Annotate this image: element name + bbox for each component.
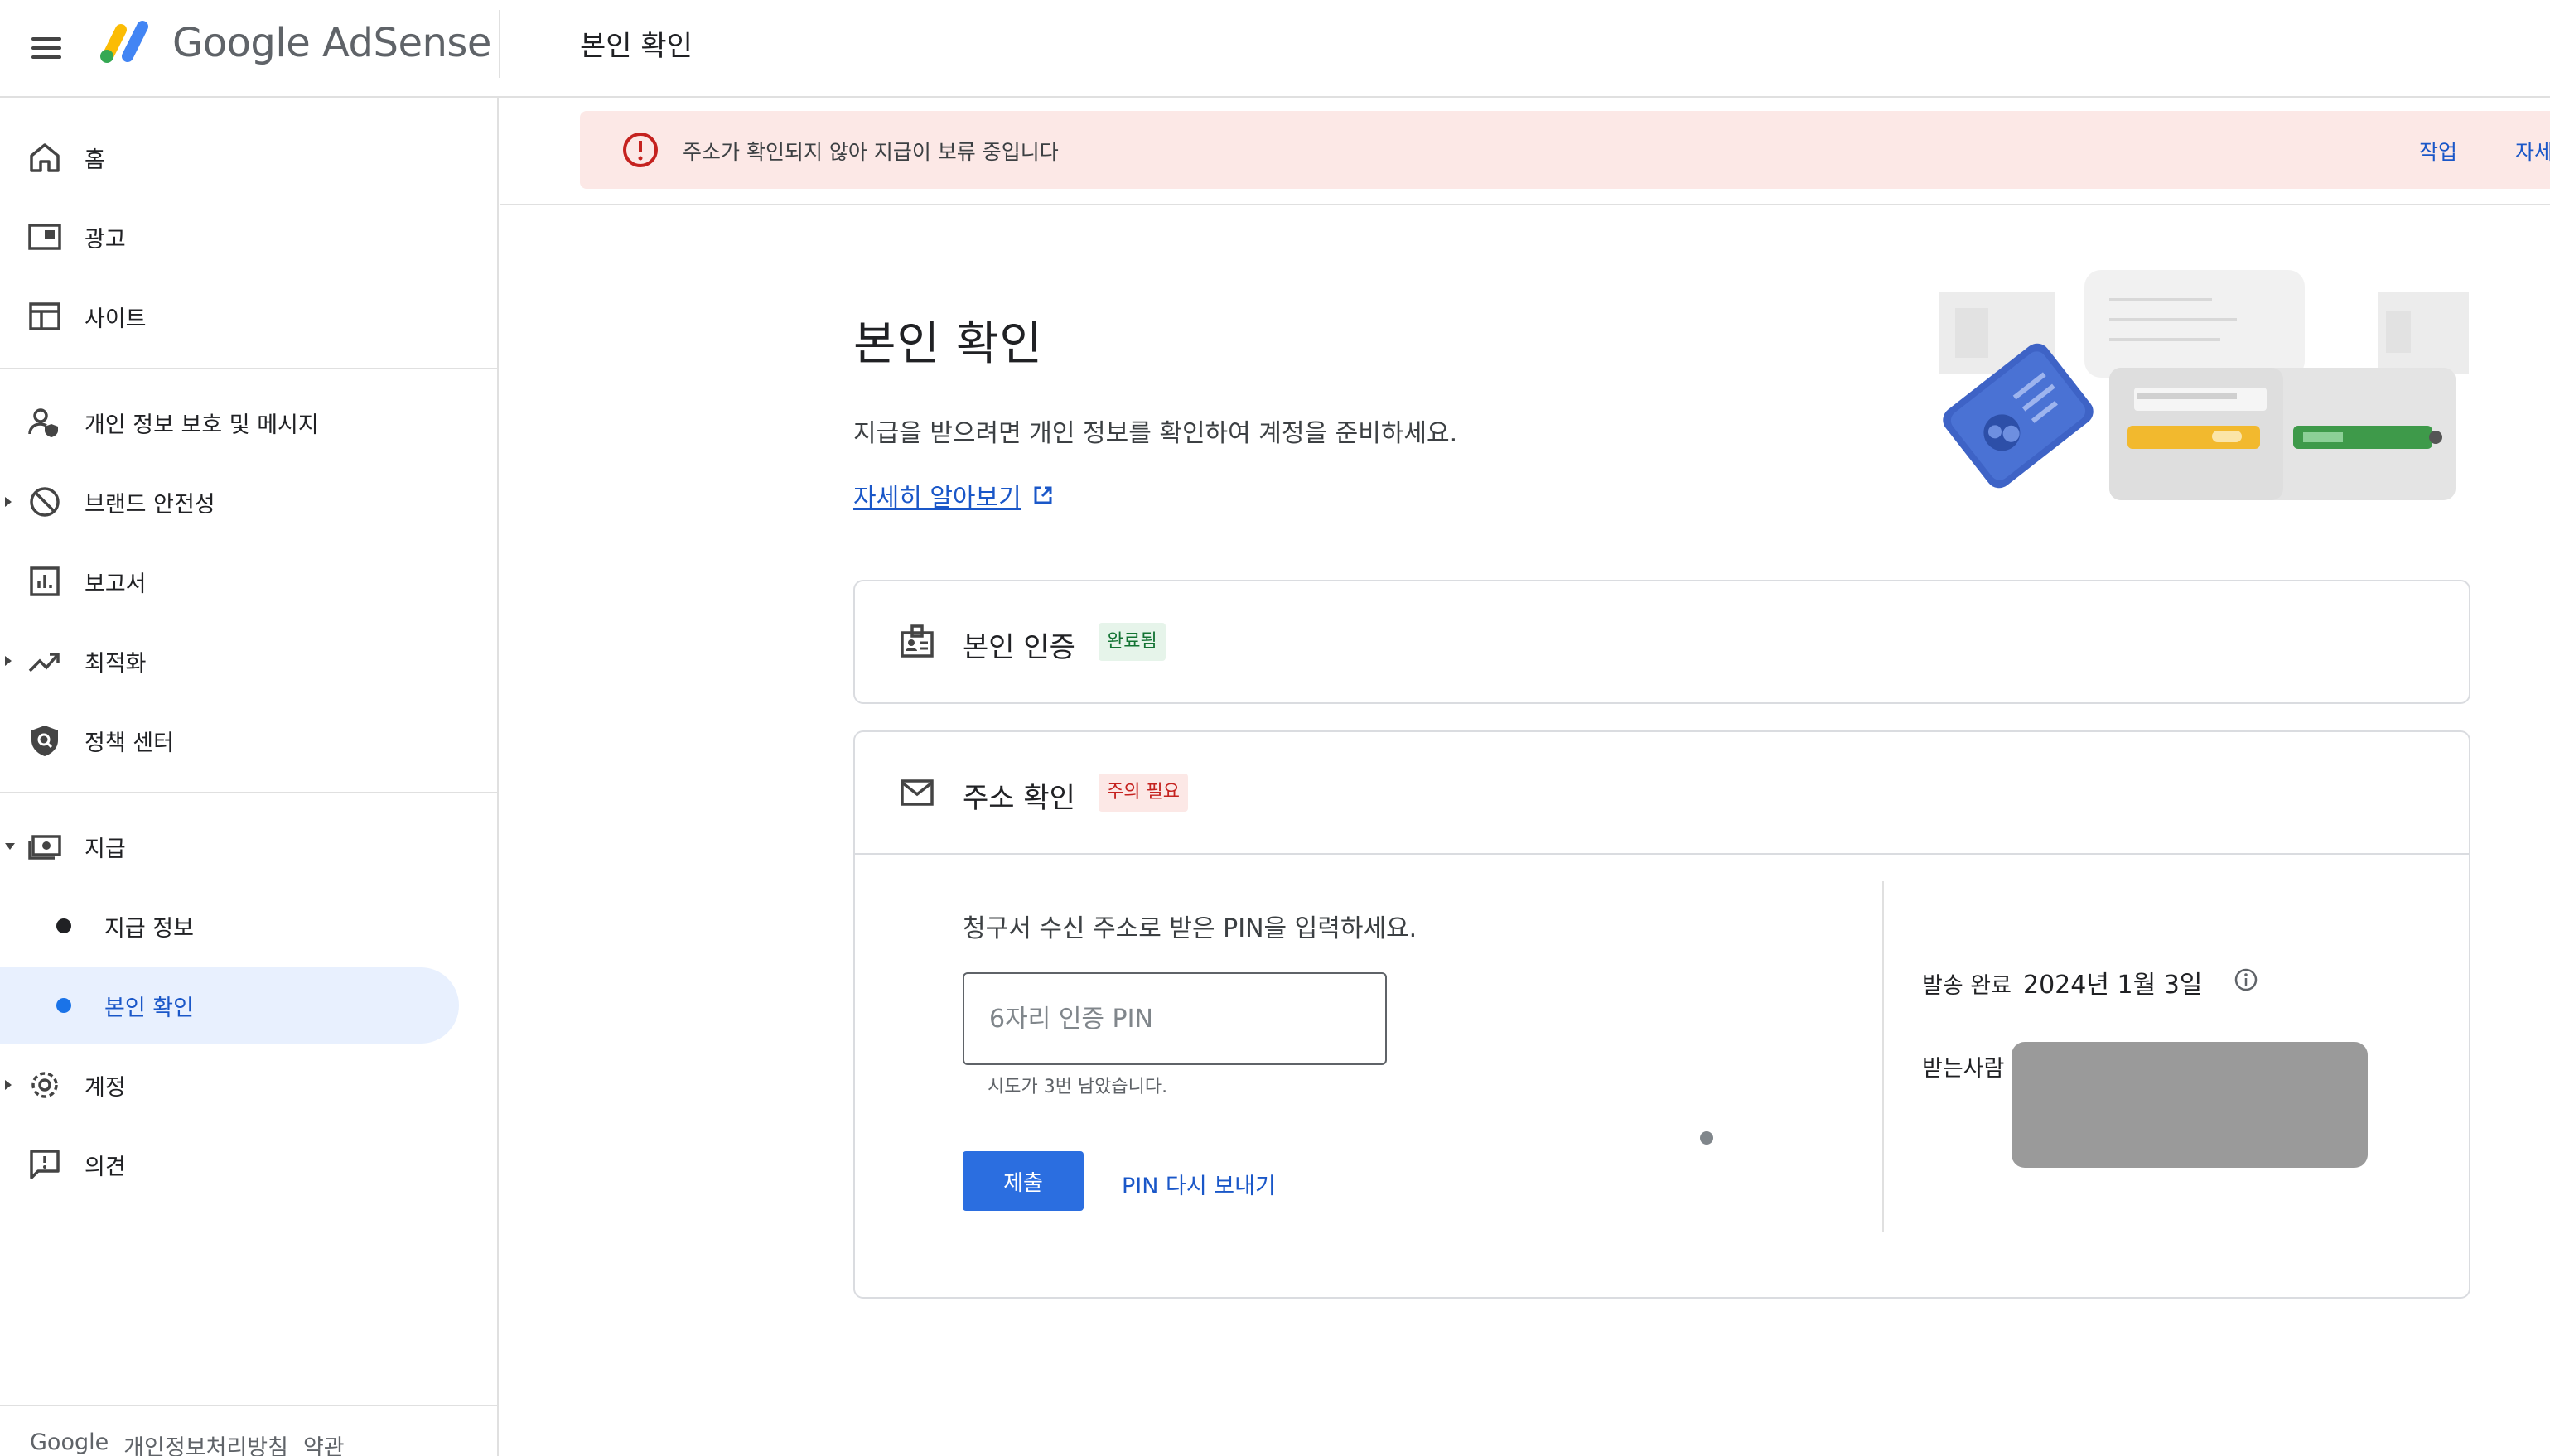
submit-button[interactable]: 제출 <box>963 1151 1084 1211</box>
reports-icon <box>30 566 60 596</box>
feedback-icon <box>30 1150 60 1179</box>
brand-title[interactable]: Google AdSense <box>172 20 491 66</box>
sidebar-item-home[interactable]: 홈 <box>0 119 464 195</box>
collapse-caret-icon[interactable] <box>5 843 15 850</box>
vertical-divider <box>1882 881 1884 1232</box>
divider <box>855 853 2469 855</box>
address-card-title: 주소 확인 <box>963 782 1075 815</box>
bullet-icon <box>56 918 71 933</box>
sidebar-item-privacy[interactable]: 개인 정보 보호 및 메시지 <box>0 384 464 460</box>
expand-caret-icon[interactable] <box>5 656 12 666</box>
footer-google[interactable]: Google <box>30 1429 109 1456</box>
alert-text: 주소가 확인되지 않아 지급이 보류 중입니다 <box>683 140 1059 164</box>
menu-icon[interactable] <box>23 25 70 71</box>
recipient-label: 받는사람 <box>1922 1056 2005 1082</box>
bullet-icon <box>56 998 71 1013</box>
footer-privacy-link[interactable]: 개인정보처리방침 <box>123 1429 288 1456</box>
id-badge-icon <box>901 624 934 658</box>
sidebar-item-feedback[interactable]: 의견 <box>0 1126 464 1203</box>
pin-instruction: 청구서 수신 주소로 받은 PIN을 입력하세요. <box>963 914 1417 943</box>
error-icon <box>623 133 658 167</box>
divider <box>499 10 500 78</box>
nav-divider <box>0 1405 497 1406</box>
payments-icon <box>28 835 61 860</box>
ads-icon <box>28 224 61 250</box>
recipient-redacted <box>2012 1042 2368 1168</box>
sidebar-item-sites[interactable]: 사이트 <box>0 278 464 354</box>
info-icon[interactable] <box>2234 967 2258 992</box>
sidebar-item-reports[interactable]: 보고서 <box>0 543 464 620</box>
alert-details-link[interactable]: 자세 <box>2515 136 2550 166</box>
footer-links: Google 개인정보처리방침 약관 <box>30 1429 345 1456</box>
sidebar-item-optimization[interactable]: 최적화 <box>0 623 464 699</box>
expand-caret-icon[interactable] <box>5 1080 12 1090</box>
gear-icon <box>31 1072 58 1098</box>
nav-divider <box>0 368 497 369</box>
expand-caret-icon[interactable] <box>5 497 12 507</box>
status-badge-attention: 주의 필요 <box>1099 774 1188 812</box>
address-verification-card: 주소 확인 주의 필요 청구서 수신 주소로 받은 PIN을 입력하세요. 시도… <box>853 730 2470 1299</box>
sidebar-item-payments[interactable]: 지급 <box>0 808 464 885</box>
page-heading: 본인 확인 <box>580 30 693 63</box>
card-header[interactable]: 주소 확인 주의 필요 <box>855 732 2469 853</box>
sent-date: 2024년 1월 3일 <box>2023 971 2203 1000</box>
privacy-icon <box>28 408 58 437</box>
adsense-logo-icon <box>100 21 148 63</box>
wallet-illustration <box>1939 270 2469 500</box>
sidebar: 홈 광고 사이트 개인 정보 보호 및 메시지 브랜드 안전성 보고서 최적화 … <box>0 98 499 1456</box>
sidebar-item-ads[interactable]: 광고 <box>0 199 464 275</box>
learn-more-link[interactable]: 자세히 알아보기 <box>853 477 1055 513</box>
sidebar-item-brand-safety[interactable]: 브랜드 안전성 <box>0 464 464 540</box>
main-title: 본인 확인 <box>853 317 1043 371</box>
sent-label: 발송 완료 <box>1922 973 2012 999</box>
identity-verification-card[interactable]: 본인 인증 완료됨 <box>853 580 2470 704</box>
alert-action-link[interactable]: 작업 <box>2419 136 2457 166</box>
alert-area: 주소가 확인되지 않아 지급이 보류 중입니다 작업 자세 <box>500 98 2550 205</box>
block-icon <box>30 487 60 517</box>
sidebar-item-payment-info[interactable]: 지급 정보 <box>0 888 464 964</box>
card-header: 본인 인증 완료됨 <box>855 581 2469 702</box>
home-icon <box>30 143 60 172</box>
trending-icon <box>28 653 60 673</box>
main-description: 지급을 받으려면 개인 정보를 확인하여 계정을 준비하세요. <box>853 419 1458 448</box>
pin-input[interactable] <box>963 972 1387 1065</box>
status-badge-complete: 완료됨 <box>1099 623 1166 661</box>
sidebar-item-verification[interactable]: 본인 확인 <box>0 967 459 1044</box>
shield-icon <box>31 726 58 756</box>
sidebar-item-account[interactable]: 계정 <box>0 1047 464 1123</box>
top-bar: Google AdSense 본인 확인 <box>0 0 2550 98</box>
resend-pin-button[interactable]: PIN 다시 보내기 <box>1122 1168 1276 1200</box>
nav-divider <box>0 792 497 793</box>
sites-icon <box>29 302 60 330</box>
footer-terms-link[interactable]: 약관 <box>303 1429 345 1456</box>
identity-card-title: 본인 인증 <box>963 631 1075 664</box>
mail-icon <box>901 779 934 806</box>
alert-banner: 주소가 확인되지 않아 지급이 보류 중입니다 작업 자세 <box>580 111 2550 189</box>
loading-dot <box>1700 1131 1713 1145</box>
sidebar-item-policy-center[interactable]: 정책 센터 <box>0 702 464 779</box>
open-in-new-icon <box>1034 486 1052 504</box>
attempts-remaining: 시도가 3번 남았습니다. <box>988 1077 1168 1097</box>
